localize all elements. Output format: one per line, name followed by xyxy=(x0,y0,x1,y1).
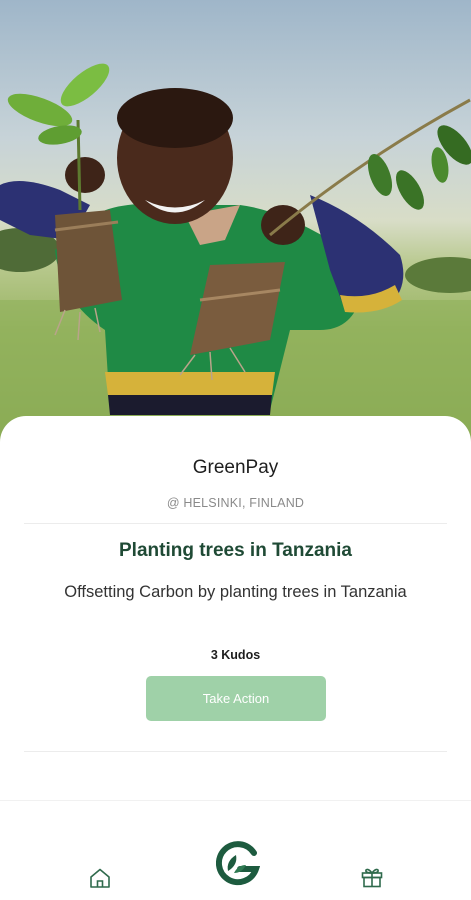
hero-photo-illustration xyxy=(0,63,471,460)
project-card: GreenPay @ HELSINKI, FINLAND Planting tr… xyxy=(0,416,471,800)
divider xyxy=(24,523,447,524)
nav-home[interactable] xyxy=(89,867,111,889)
project-card-content: GreenPay @ HELSINKI, FINLAND Planting tr… xyxy=(24,416,447,800)
hero-image xyxy=(0,0,471,460)
bottom-navigation xyxy=(0,800,471,900)
take-action-button[interactable]: Take Action xyxy=(146,676,326,721)
nav-greenpay[interactable] xyxy=(215,841,261,887)
kudos-count: 3 Kudos xyxy=(210,648,261,662)
project-description: Offsetting Carbon by planting trees in T… xyxy=(64,583,407,601)
home-icon xyxy=(90,868,110,888)
organization-name: GreenPay xyxy=(192,457,279,478)
divider xyxy=(24,751,447,752)
organization-location: @ HELSINKI, FINLAND xyxy=(166,496,305,510)
nav-rewards[interactable] xyxy=(360,865,384,889)
greenpay-logo-icon xyxy=(215,841,261,886)
gift-icon xyxy=(361,868,383,888)
project-title: Planting trees in Tanzania xyxy=(119,540,352,561)
